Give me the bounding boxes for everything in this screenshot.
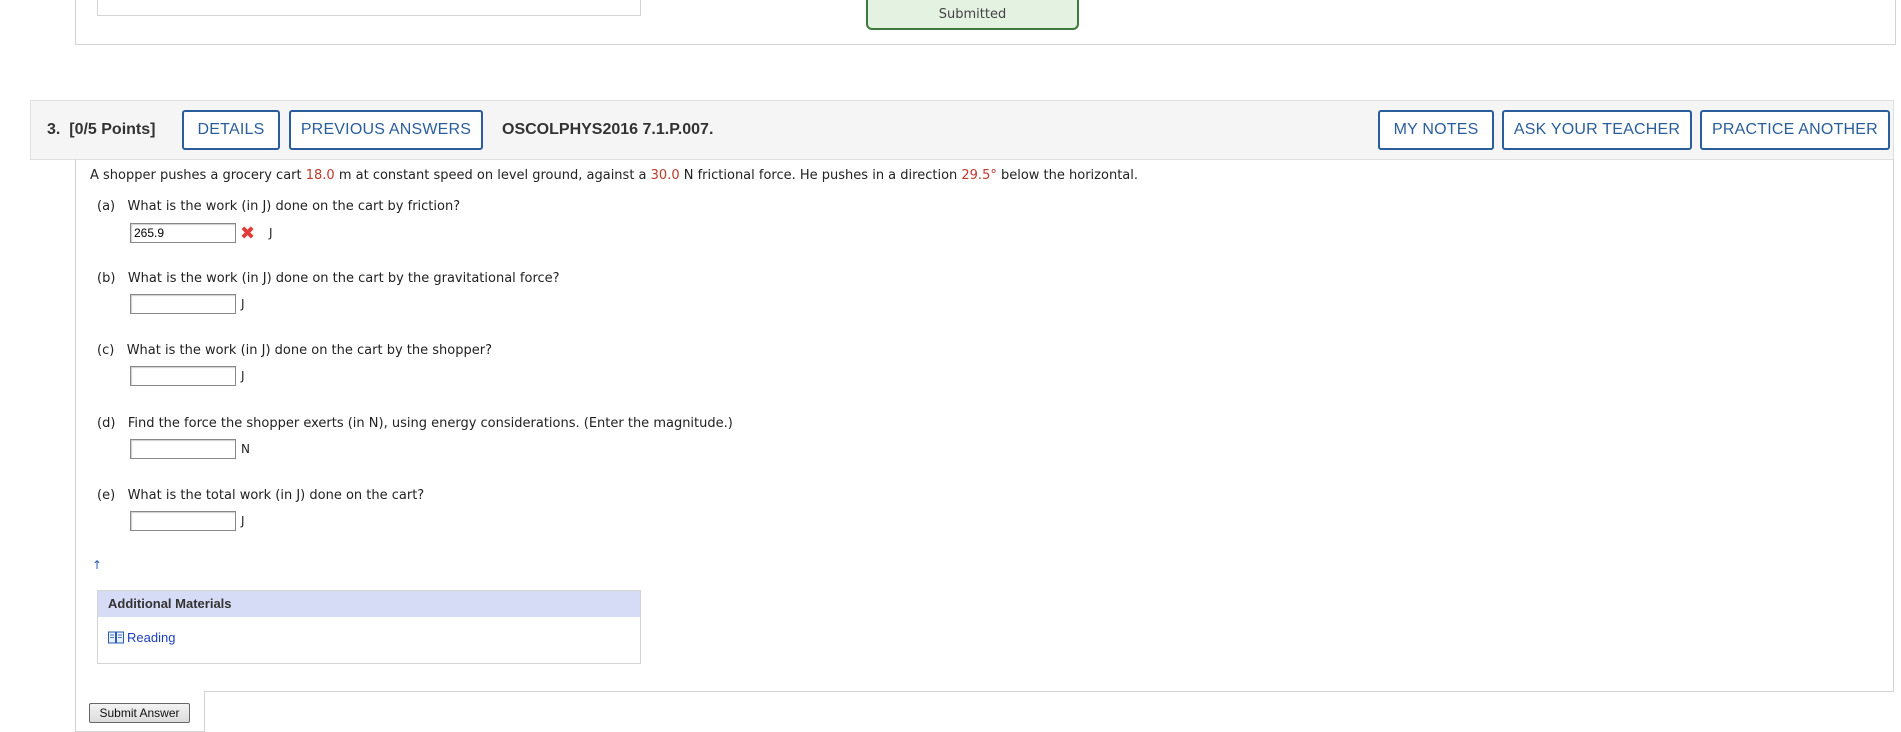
my-notes-button[interactable]: MY NOTES	[1378, 110, 1494, 150]
part-a-answer-input[interactable]	[130, 223, 236, 243]
prompt-text: below the horizontal.	[996, 168, 1138, 183]
part-a-question: (a) What is the work (in J) done on the …	[97, 199, 460, 214]
part-b-label: (b)	[97, 271, 116, 286]
part-c-text: What is the work (in J) done on the cart…	[126, 343, 492, 358]
part-a-text: What is the work (in J) done on the cart…	[127, 199, 461, 214]
part-e-answer-input[interactable]	[130, 511, 236, 531]
book-icon	[108, 631, 124, 644]
part-e-label: (e)	[97, 488, 116, 503]
details-button[interactable]: DETAILS	[182, 110, 280, 150]
part-d-answer-input[interactable]	[130, 439, 236, 459]
part-e-text: What is the total work (in J) done on th…	[127, 488, 425, 503]
part-d-question: (d) Find the force the shopper exerts (i…	[97, 416, 733, 431]
reading-link[interactable]: Reading	[108, 630, 175, 645]
submit-tab-connector	[76, 690, 204, 693]
part-d-text: Find the force the shopper exerts (in N)…	[127, 416, 733, 431]
question-number-text: 3.	[47, 121, 61, 138]
distance-value: 18.0	[305, 168, 335, 183]
submit-answer-button[interactable]: Submit Answer	[89, 703, 190, 723]
additional-materials-title: Additional Materials	[98, 591, 640, 617]
question-prompt: A shopper pushes a grocery cart 18.0 m a…	[90, 168, 1138, 183]
question-points: [0/5 Points]	[69, 121, 156, 138]
part-c-unit: J	[241, 369, 245, 383]
submitted-status: Submitted	[866, 0, 1079, 30]
reading-label: Reading	[127, 630, 176, 645]
arrow-up-icon[interactable]: ↑	[92, 558, 102, 572]
part-c-label: (c)	[97, 343, 115, 358]
part-e-unit: J	[241, 514, 245, 528]
incorrect-icon: ✖	[240, 223, 256, 244]
question-number: 3. [0/5 Points]	[47, 121, 155, 139]
force-value: 30.0	[650, 168, 680, 183]
prompt-text: A shopper pushes a grocery cart	[90, 168, 306, 183]
prompt-text: N frictional force. He pushes in a direc…	[679, 168, 962, 183]
previous-answers-button[interactable]: PREVIOUS ANSWERS	[289, 110, 483, 150]
part-b-answer-input[interactable]	[130, 294, 236, 314]
prompt-text: m at constant speed on level ground, aga…	[334, 168, 651, 183]
part-b-text: What is the work (in J) done on the cart…	[127, 271, 560, 286]
part-c-question: (c) What is the work (in J) done on the …	[97, 343, 492, 358]
part-e-question: (e) What is the total work (in J) done o…	[97, 488, 424, 503]
part-d-label: (d)	[97, 416, 116, 431]
part-a-label: (a)	[97, 199, 116, 214]
question-code: OSCOLPHYS2016 7.1.P.007.	[502, 121, 714, 138]
ask-your-teacher-button[interactable]: ASK YOUR TEACHER	[1502, 110, 1692, 150]
angle-value: 29.5°	[961, 168, 997, 183]
previous-question-inner-box	[97, 0, 641, 16]
part-d-unit: N	[241, 442, 250, 456]
part-b-question: (b) What is the work (in J) done on the …	[97, 271, 560, 286]
part-a-unit: J	[269, 226, 273, 240]
part-b-unit: J	[241, 297, 245, 311]
practice-another-button[interactable]: PRACTICE ANOTHER	[1700, 110, 1890, 150]
part-c-answer-input[interactable]	[130, 366, 236, 386]
